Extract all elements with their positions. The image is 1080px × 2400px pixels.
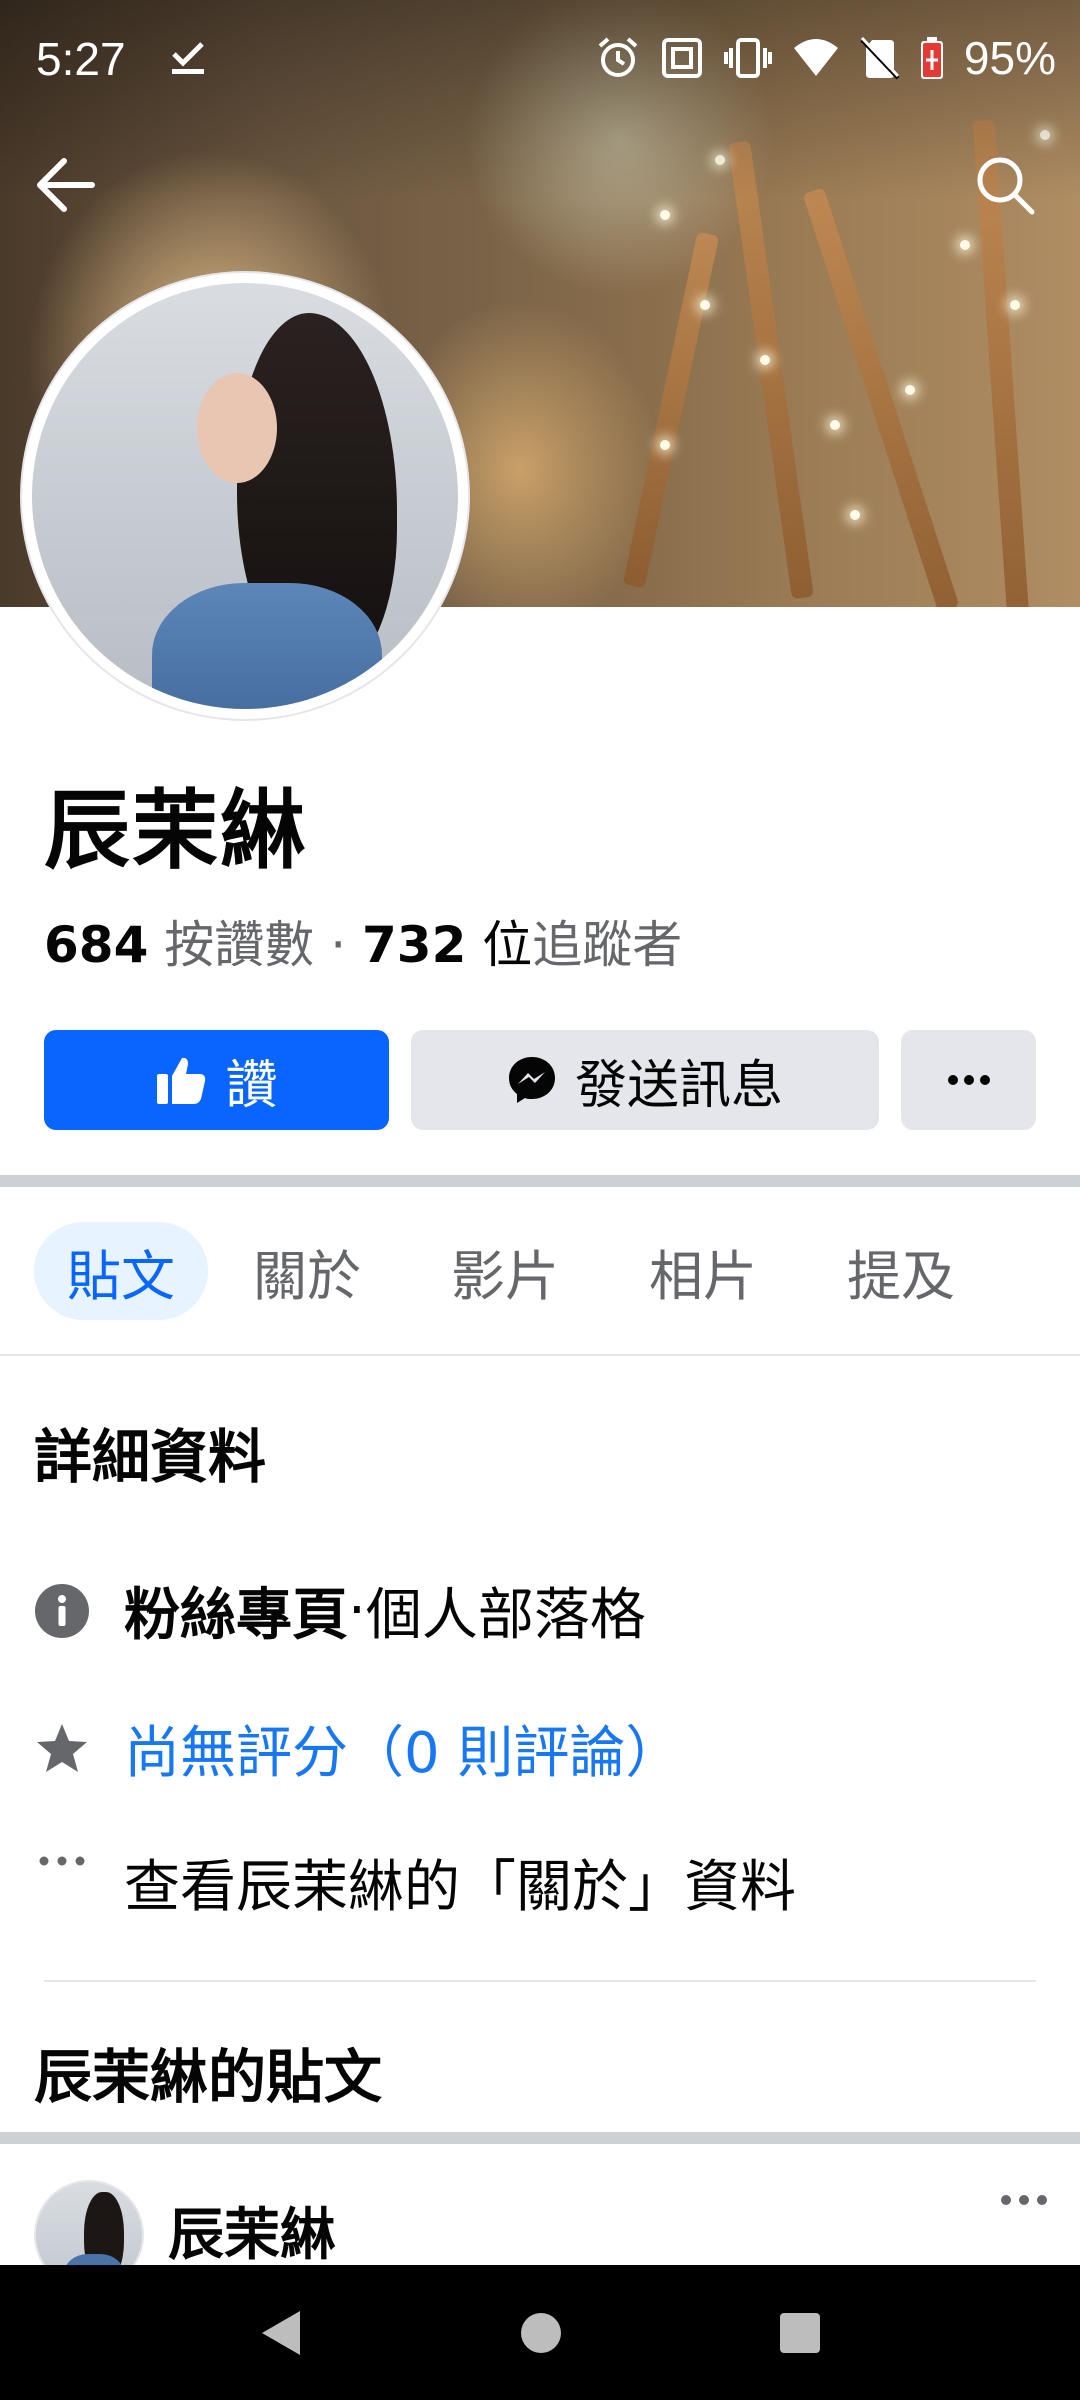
battery-icon [920, 37, 943, 79]
posts-divider [0, 2132, 1080, 2144]
tab-posts[interactable]: 貼文 [34, 1222, 208, 1320]
search-button[interactable] [970, 150, 1040, 220]
star-icon [37, 1723, 87, 1772]
messenger-icon [508, 1057, 555, 1103]
rating-link[interactable]: 尚無評分（0 則評論） [124, 1708, 681, 1789]
nav-back-icon[interactable] [258, 2308, 304, 2358]
section-divider [0, 1175, 1080, 1187]
back-button[interactable] [30, 150, 100, 220]
page-type-row: 粉絲專頁 · 個人部落格 [34, 1570, 646, 1651]
info-icon [35, 1583, 89, 1638]
page-title: 辰茉綝 [44, 781, 308, 881]
page-type-separator: · [348, 1578, 366, 1643]
more-actions-button[interactable] [901, 1030, 1036, 1130]
arrow-left-icon [37, 158, 95, 212]
profile-avatar[interactable] [22, 273, 468, 719]
tab-mentions[interactable]: 提及 [802, 1222, 1000, 1320]
message-label: 發送訊息 [574, 1055, 783, 1116]
check-icon [172, 42, 204, 74]
posts-title: 辰茉綝的貼文 [34, 2043, 383, 2111]
alarm-icon [598, 37, 638, 77]
page-category: 個人部落格 [365, 1583, 646, 1648]
ellipsis-icon [39, 1856, 85, 1865]
search-icon [977, 157, 1035, 215]
status-time: 5:27 [36, 33, 126, 85]
no-sim-icon [860, 36, 900, 80]
tab-photos[interactable]: 相片 [604, 1222, 802, 1320]
tabs-divider [0, 1354, 1080, 1356]
status-bar: 5:27 95% [0, 0, 1080, 120]
details-divider [44, 1980, 1036, 1982]
profile-tabs: 貼文 關於 影片 相片 提及 [34, 1222, 1000, 1320]
followers-count: 732 [362, 916, 467, 974]
followers-label: 追蹤者 [532, 916, 683, 974]
post-options-button[interactable] [994, 2180, 1054, 2220]
nav-home-icon[interactable] [519, 2311, 563, 2355]
thumbs-up-icon [157, 1057, 206, 1104]
tab-about[interactable]: 關於 [208, 1222, 406, 1320]
rating-row[interactable]: 尚無評分（0 則評論） [34, 1708, 681, 1789]
stats-separator: · [330, 916, 347, 974]
tab-videos[interactable]: 影片 [406, 1222, 604, 1320]
followers-unit: 位 [482, 916, 533, 974]
details-title: 詳細資料 [34, 1423, 267, 1491]
about-link[interactable]: 查看辰茉綝的「關於」資料 [124, 1842, 796, 1923]
about-link-row[interactable]: 查看辰茉綝的「關於」資料 [34, 1842, 796, 1923]
wifi-icon [793, 39, 838, 76]
system-nav-bar [0, 2265, 1080, 2400]
battery-percent: 95% [963, 32, 1056, 84]
nav-recents-icon[interactable] [778, 2311, 822, 2355]
page-type-label: 粉絲專頁 [124, 1583, 348, 1648]
nfc-icon [661, 38, 702, 78]
vibrate-icon [723, 38, 772, 78]
post-author-name[interactable]: 辰茉綝 [168, 2190, 336, 2271]
profile-stats: 684 按讚數 · 732 位追蹤者 [44, 905, 682, 977]
more-horizontal-icon [947, 1075, 990, 1085]
likes-label: 按讚數 [164, 916, 315, 974]
more-horizontal-icon [1001, 2195, 1047, 2205]
like-button[interactable]: 讚 [44, 1030, 389, 1130]
like-label: 讚 [225, 1055, 278, 1116]
likes-count: 684 [44, 916, 149, 974]
send-message-button[interactable]: 發送訊息 [411, 1030, 879, 1130]
